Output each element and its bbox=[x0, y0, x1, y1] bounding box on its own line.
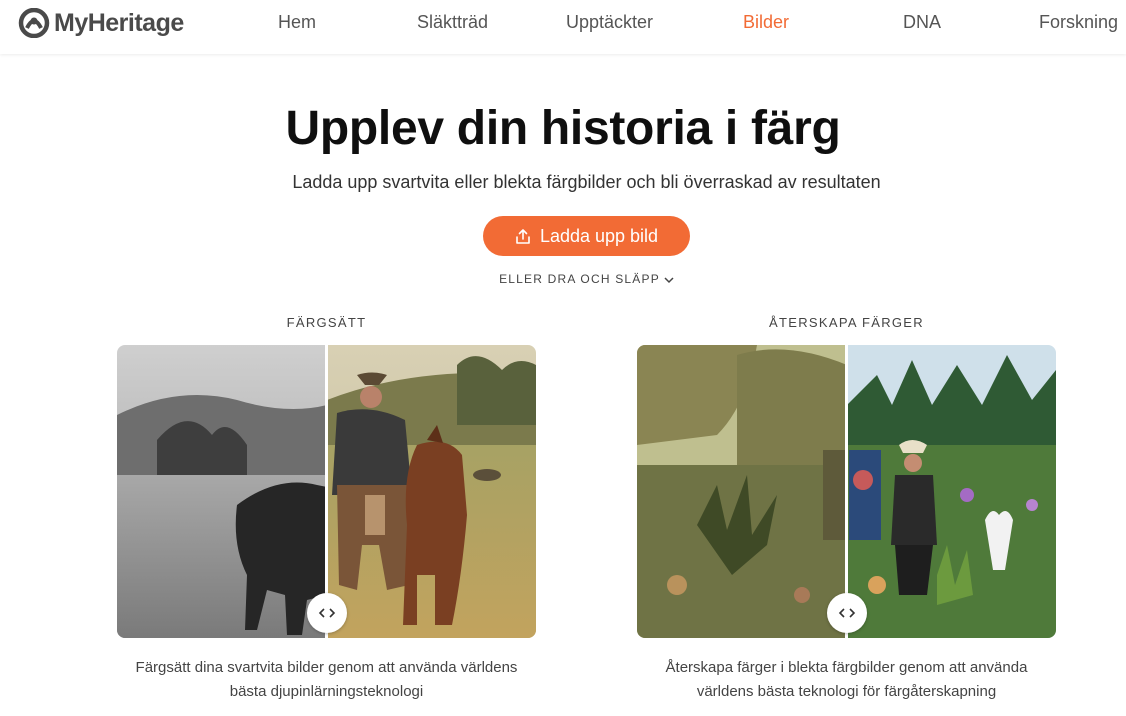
feature-label-colorize: FÄRGSÄTT bbox=[286, 315, 367, 330]
nav-item-bilder[interactable]: Bilder bbox=[743, 12, 789, 32]
myheritage-logo-icon bbox=[18, 8, 50, 38]
feature-description-restore-line1: Återskapa färger i blekta färgbilder gen… bbox=[665, 659, 1028, 676]
chevron-down-icon bbox=[664, 273, 674, 287]
nav-item-dna[interactable]: DNA bbox=[903, 12, 941, 32]
upload-photo-label: Ladda upp bild bbox=[539, 225, 659, 246]
feature-description-colorize: Färgsätt dina svartvita bilder genom att… bbox=[117, 656, 536, 704]
nav-item-hem[interactable]: Hem bbox=[278, 12, 316, 32]
feature-description-restore-line2: världens bästa teknologi för färgåterska… bbox=[696, 683, 997, 700]
logo[interactable]: MyHeritage bbox=[17, 8, 184, 38]
upload-icon bbox=[516, 228, 530, 244]
feature-description-colorize-line2: bästa djupinlärningsteknologi bbox=[229, 683, 424, 700]
brand-name: MyHeritage bbox=[54, 8, 184, 37]
drag-and-drop-label: ELLER DRA OCH SLÄPP bbox=[499, 272, 660, 286]
restore-comparison-slider[interactable] bbox=[637, 345, 1056, 638]
nav-item-slakttrad[interactable]: Släktträd bbox=[417, 12, 488, 32]
feature-label-restore: ÅTERSKAPA FÄRGER bbox=[769, 315, 924, 330]
page-subtitle: Ladda upp svartvita eller blekta färgbil… bbox=[292, 172, 881, 192]
feature-description-colorize-line1: Färgsätt dina svartvita bilder genom att… bbox=[135, 659, 518, 676]
drag-and-drop-toggle[interactable]: ELLER DRA OCH SLÄPP bbox=[0, 272, 1126, 287]
page-title: Upplev din historia i färg bbox=[285, 102, 841, 155]
top-navigation: MyHeritage Hem Släktträd Upptäckter Bild… bbox=[0, 0, 1126, 54]
colorize-comparison-slider[interactable] bbox=[117, 345, 536, 638]
compare-arrows-icon[interactable] bbox=[307, 593, 347, 633]
nav-item-upptackter[interactable]: Upptäckter bbox=[566, 12, 653, 32]
feature-description-restore: Återskapa färger i blekta färgbilder gen… bbox=[637, 656, 1056, 704]
nav-item-forskning[interactable]: Forskning bbox=[1039, 12, 1118, 32]
upload-photo-button[interactable]: Ladda upp bild bbox=[483, 216, 690, 256]
compare-arrows-icon[interactable] bbox=[827, 593, 867, 633]
